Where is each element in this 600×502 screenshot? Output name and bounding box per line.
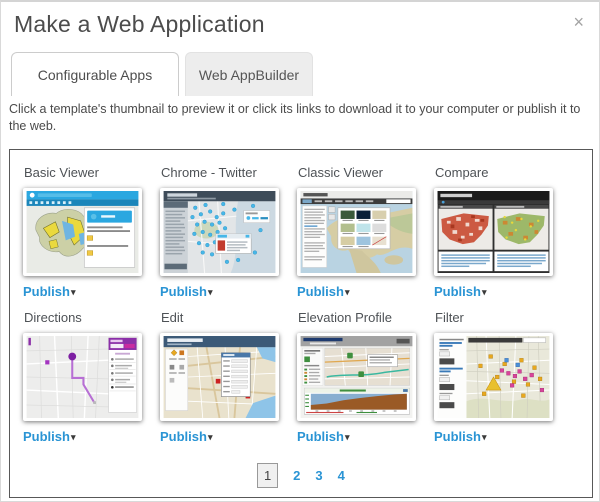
template-title: Elevation Profile <box>298 310 427 325</box>
edit-preview-image <box>163 336 276 418</box>
template-title: Classic Viewer <box>298 165 427 180</box>
page-button-1[interactable]: 1 <box>257 463 278 488</box>
publish-link[interactable]: Publish▾ <box>160 284 290 299</box>
page-button-4[interactable]: 4 <box>338 468 345 483</box>
template-grid: Basic Viewer <box>23 163 592 444</box>
template-card-elevation-profile: Elevation Profile <box>297 308 427 444</box>
publish-label: Publish <box>434 284 481 299</box>
instructions-text: Click a template's thumbnail to preview … <box>9 101 595 135</box>
template-card-classic-viewer: Classic Viewer <box>297 163 427 299</box>
template-thumbnail-chrome-twitter[interactable] <box>160 188 279 276</box>
filter-preview-image <box>437 336 550 418</box>
template-card-edit: Edit <box>160 308 290 444</box>
page-button-2[interactable]: 2 <box>293 468 300 483</box>
template-thumbnail-directions[interactable] <box>23 333 142 421</box>
publish-link[interactable]: Publish▾ <box>160 429 290 444</box>
template-thumbnail-compare[interactable] <box>434 188 553 276</box>
tab-web-appbuilder[interactable]: Web AppBuilder <box>185 52 313 96</box>
publish-link[interactable]: Publish▾ <box>434 429 564 444</box>
template-title: Compare <box>435 165 564 180</box>
template-gallery: Basic Viewer <box>9 149 593 498</box>
template-title: Edit <box>161 310 290 325</box>
caret-down-icon: ▾ <box>345 432 350 442</box>
template-card-basic-viewer: Basic Viewer <box>23 163 153 299</box>
caret-down-icon: ▾ <box>71 287 76 297</box>
template-card-compare: Compare <box>434 163 564 299</box>
publish-link[interactable]: Publish▾ <box>23 429 153 444</box>
elevation-profile-preview-image <box>300 336 413 418</box>
template-title: Filter <box>435 310 564 325</box>
template-title: Chrome - Twitter <box>161 165 290 180</box>
publish-label: Publish <box>297 284 344 299</box>
caret-down-icon: ▾ <box>208 432 213 442</box>
publish-link[interactable]: Publish▾ <box>434 284 564 299</box>
template-thumbnail-elevation-profile[interactable] <box>297 333 416 421</box>
directions-preview-image <box>26 336 139 418</box>
tab-configurable-apps[interactable]: Configurable Apps <box>11 52 179 96</box>
tab-bar: Configurable Apps Web AppBuilder <box>11 52 313 96</box>
publish-label: Publish <box>23 429 70 444</box>
classic-viewer-preview-image <box>300 191 413 273</box>
caret-down-icon: ▾ <box>71 432 76 442</box>
caret-down-icon: ▾ <box>482 432 487 442</box>
caret-down-icon: ▾ <box>208 287 213 297</box>
template-thumbnail-basic-viewer[interactable] <box>23 188 142 276</box>
publish-link[interactable]: Publish▾ <box>23 284 153 299</box>
dialog-title: Make a Web Application <box>14 11 265 38</box>
template-title: Basic Viewer <box>24 165 153 180</box>
template-card-filter: Filter <box>434 308 564 444</box>
template-title: Directions <box>24 310 153 325</box>
template-thumbnail-edit[interactable] <box>160 333 279 421</box>
publish-label: Publish <box>23 284 70 299</box>
template-thumbnail-filter[interactable] <box>434 333 553 421</box>
publish-label: Publish <box>434 429 481 444</box>
close-icon[interactable]: × <box>573 13 584 31</box>
publish-link[interactable]: Publish▾ <box>297 284 427 299</box>
publish-label: Publish <box>160 429 207 444</box>
caret-down-icon: ▾ <box>345 287 350 297</box>
caret-down-icon: ▾ <box>482 287 487 297</box>
template-card-directions: Directions <box>23 308 153 444</box>
chrome-twitter-preview-image <box>163 191 276 273</box>
publish-label: Publish <box>297 429 344 444</box>
publish-label: Publish <box>160 284 207 299</box>
pagination: 1 2 3 4 <box>10 463 592 488</box>
template-thumbnail-classic-viewer[interactable] <box>297 188 416 276</box>
compare-preview-image <box>437 191 550 273</box>
template-card-chrome-twitter: Chrome - Twitter <box>160 163 290 299</box>
make-web-application-dialog: Make a Web Application × Configurable Ap… <box>0 0 600 502</box>
page-button-3[interactable]: 3 <box>315 468 322 483</box>
basic-viewer-preview-image <box>26 191 139 273</box>
publish-link[interactable]: Publish▾ <box>297 429 427 444</box>
